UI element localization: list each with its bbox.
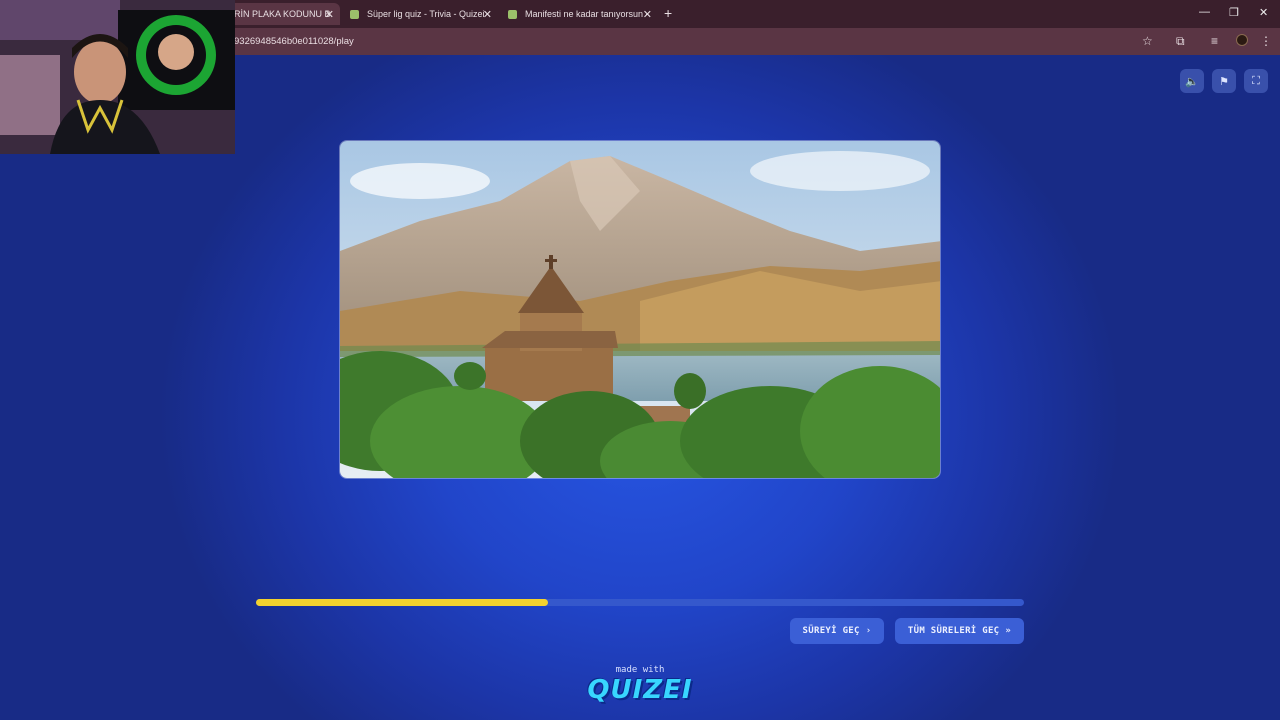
tab-title: RİN PLAKA KODUNU B	[234, 9, 331, 19]
quiz-page: 🔈 ⚑ ⛶ SÜREYİ GEÇ › TÜM SÜRELERİ GEÇ » ma…	[0, 55, 1280, 720]
browser-menu-icon[interactable]: ⋮	[1260, 34, 1272, 48]
tab-title: Süper lig quiz - Trivia - Quizei	[367, 9, 485, 19]
sound-button[interactable]: 🔈	[1180, 69, 1204, 93]
fullscreen-button[interactable]: ⛶	[1244, 69, 1268, 93]
skip-timer-button[interactable]: SÜREYİ GEÇ ›	[790, 618, 884, 644]
timer-progress-bar	[256, 599, 1024, 606]
bookmark-star-icon[interactable]: ☆	[1142, 34, 1153, 48]
quizei-logo[interactable]: QUIZEI	[0, 675, 1280, 705]
webcam-overlay	[0, 0, 235, 154]
favicon-icon	[508, 9, 517, 19]
close-tab-icon[interactable]: ✕	[483, 8, 492, 21]
sound-icon: 🔈	[1185, 75, 1199, 88]
tab-title: Manifesti ne kadar tanıyorsun -	[525, 9, 649, 19]
skip-timer-label: SÜREYİ GEÇ	[802, 626, 860, 636]
double-chevron-right-icon: »	[1005, 626, 1012, 636]
browser-tab[interactable]: Manifesti ne kadar tanıyorsun - ✕	[500, 3, 658, 25]
media-control-icon[interactable]: ≡	[1211, 34, 1218, 48]
close-tab-icon[interactable]: ✕	[643, 8, 652, 21]
timer-progress-fill	[256, 599, 548, 606]
extensions-icon[interactable]: ⧉	[1176, 34, 1185, 49]
close-tab-icon[interactable]: ✕	[325, 8, 334, 21]
close-window-button[interactable]: ✕	[1259, 6, 1268, 19]
made-with-label: made with	[615, 665, 665, 675]
flag-icon: ⚑	[1219, 75, 1229, 88]
report-button[interactable]: ⚑	[1212, 69, 1236, 93]
question-image	[339, 140, 941, 479]
restore-button[interactable]: ❐	[1229, 6, 1239, 19]
skip-all-timers-label: TÜM SÜRELERİ GEÇ	[907, 626, 1000, 636]
url-field[interactable]: 9326948546b0e011028/play	[234, 36, 354, 47]
minimize-button[interactable]: —	[1199, 6, 1210, 18]
browser-tab[interactable]: RİN PLAKA KODUNU B ✕	[226, 3, 340, 25]
profile-avatar[interactable]	[1236, 34, 1248, 46]
new-tab-button[interactable]: +	[664, 5, 672, 21]
chevron-right-icon: ›	[865, 626, 872, 636]
fullscreen-icon: ⛶	[1252, 74, 1260, 87]
skip-all-timers-button[interactable]: TÜM SÜRELERİ GEÇ »	[895, 618, 1024, 644]
browser-tab[interactable]: Süper lig quiz - Trivia - Quizei ✕	[342, 3, 498, 25]
favicon-icon	[350, 9, 359, 19]
